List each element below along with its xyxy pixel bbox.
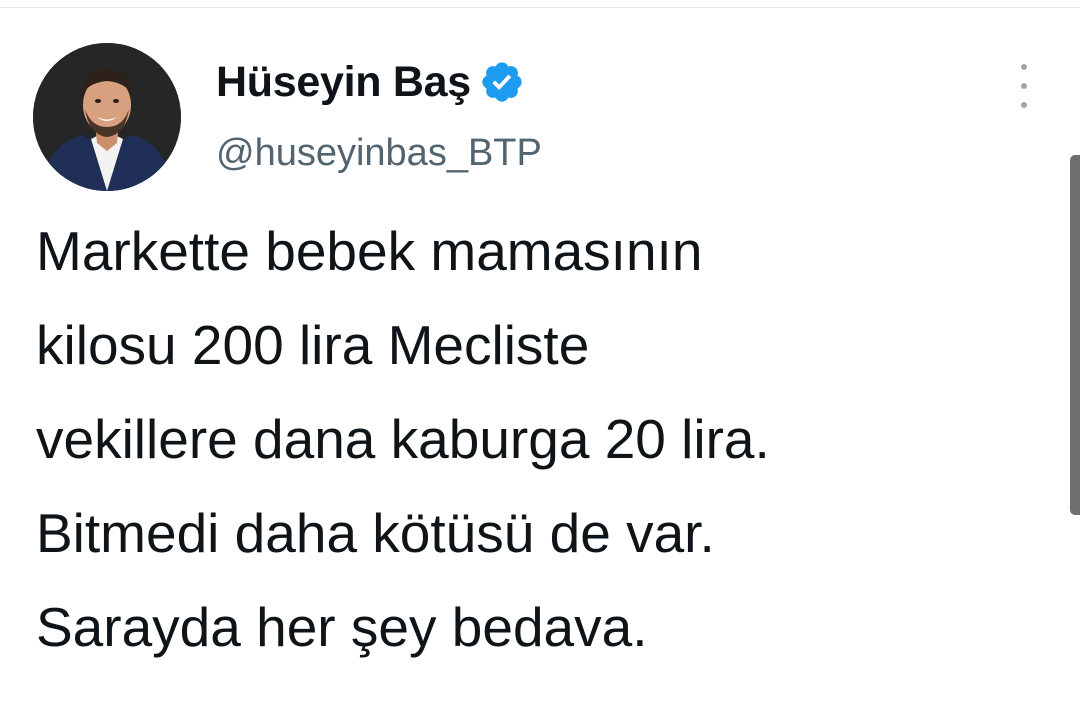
tweet-text-line: kilosu 200 lira Mecliste [36,314,590,376]
tweet-text: Markette bebek mamasının kilosu 200 lira… [36,204,1056,674]
top-divider [0,0,1080,8]
more-vertical-icon[interactable] [1004,64,1044,108]
author-name-row[interactable]: Hüseyin Baş [216,52,525,112]
avatar[interactable] [33,43,181,191]
profile-photo [33,43,181,191]
tweet-view: Hüseyin Baş @huseyinbas_BTP Markette beb… [0,0,1080,701]
tweet-text-line: Bitmedi daha kötüsü de var. [36,502,715,564]
author-handle[interactable]: @huseyinbas_BTP [216,132,542,175]
verified-badge-icon [479,59,525,105]
scrollbar[interactable] [1070,155,1080,515]
more-dot [1021,64,1027,70]
tweet-text-line: Markette bebek mamasının [36,220,703,282]
more-dot [1021,102,1027,108]
author-display-name[interactable]: Hüseyin Baş [216,58,471,107]
tweet-text-line: Sarayda her şey bedava. [36,596,648,658]
tweet-text-line: vekillere dana kaburga 20 lira. [36,408,770,470]
more-dot [1021,83,1027,89]
